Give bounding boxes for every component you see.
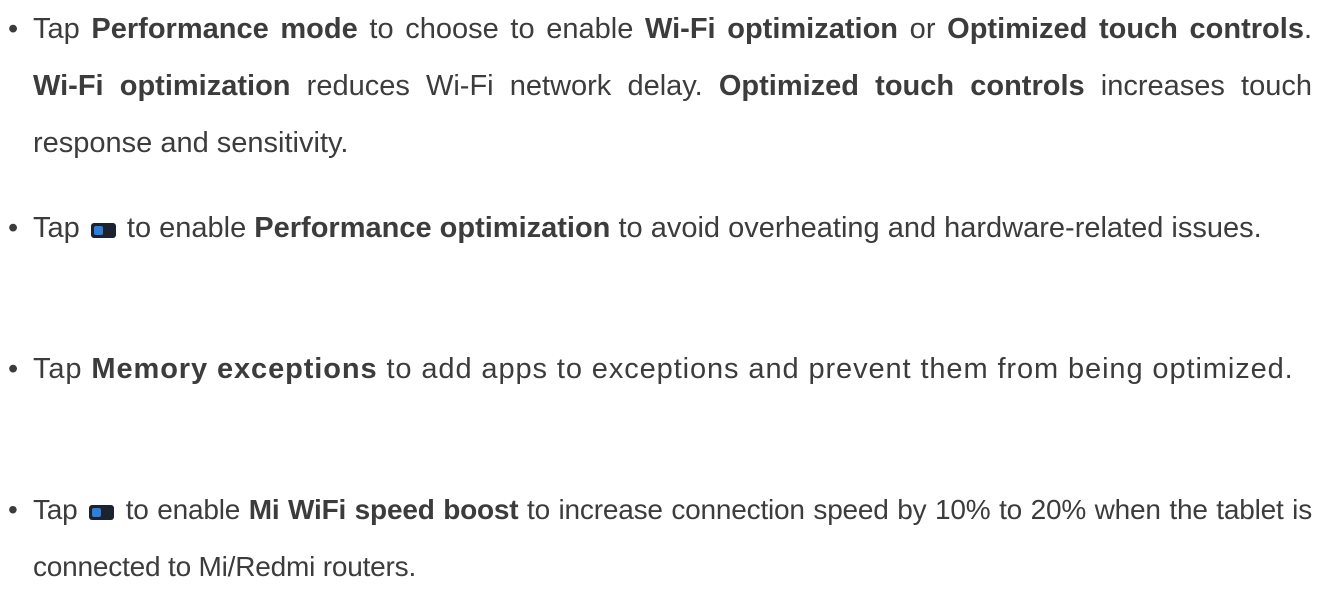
toggle-knob [92, 508, 102, 517]
bullet-mi-wifi-speed-boost: • Tap to enable Mi WiFi speed boost to in… [8, 481, 1312, 595]
bullet-dot: • [8, 494, 18, 525]
text: reduces Wi-Fi network delay. [290, 70, 719, 102]
bold-term: Optimized touch controls [947, 13, 1304, 45]
text: to enable [118, 212, 255, 244]
text: or [898, 13, 948, 45]
bold-term: Wi-Fi optimization [645, 13, 899, 45]
text: Tap [33, 494, 87, 525]
bold-term: Memory exceptions [91, 353, 378, 385]
bold-term: Wi-Fi optimization [33, 70, 291, 102]
text: to enable [117, 494, 249, 525]
bullet-performance-mode: • Tap Performance mode to choose to enabl… [8, 1, 1312, 172]
bold-term: Performance optimization [254, 212, 611, 244]
bold-term: Mi WiFi speed boost [248, 494, 519, 525]
text: Tap [33, 13, 92, 45]
toggle-switch-icon [89, 505, 115, 520]
bullet-performance-optimization: • Tap to enable Performance optimization … [8, 200, 1312, 257]
bullet-memory-exceptions: • Tap Memory exceptions to add apps to ex… [8, 341, 1312, 398]
text: to add apps to exceptions and prevent th… [377, 353, 1294, 385]
text: to avoid overheating and hardware-relate… [610, 212, 1262, 244]
text: Tap [33, 353, 92, 385]
text: to choose to enable [357, 13, 645, 45]
bullet-dot: • [8, 353, 20, 385]
bullet-dot: • [8, 13, 19, 45]
bold-term: Performance mode [91, 13, 358, 45]
document-page: • Tap Performance mode to choose to enabl… [0, 0, 1331, 582]
toggle-knob [93, 226, 103, 235]
text: . [1303, 13, 1313, 45]
text: Tap [33, 212, 88, 244]
bold-term: Optimized touch controls [718, 70, 1085, 102]
toggle-switch-icon [90, 223, 116, 238]
bullet-dot: • [8, 212, 19, 244]
